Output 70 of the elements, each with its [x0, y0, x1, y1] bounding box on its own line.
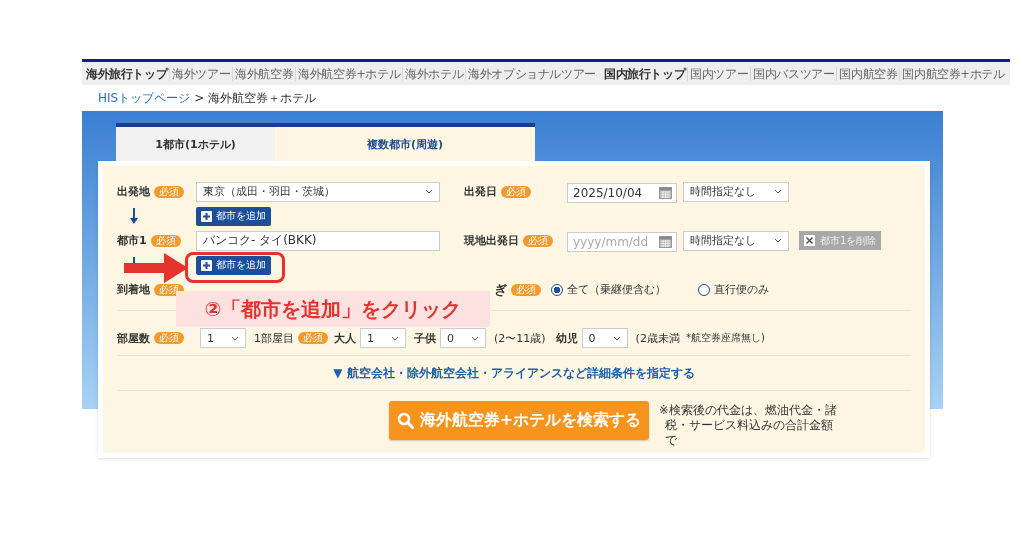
nav-link[interactable]: 海外オプショナルツアー	[465, 66, 598, 81]
nav-link[interactable]: 海外ホテル	[402, 66, 466, 81]
age-note: (2〜11歳)	[494, 330, 546, 346]
breadcrumb-current: 海外航空券＋ホテル	[208, 89, 317, 107]
field-label: 都市1	[117, 233, 147, 248]
nav-link[interactable]: 海外航空券+ホテル	[295, 66, 403, 81]
caret-icon	[774, 238, 782, 243]
breadcrumb-separator: >	[194, 91, 205, 105]
seat-note: *航空券座席無し)	[685, 331, 765, 345]
add-city-button[interactable]: 都市を追加	[196, 255, 271, 275]
nav-section-link[interactable]: 海外旅行トップ	[84, 66, 170, 81]
field-label: 到着地	[117, 282, 150, 297]
required-badge: 必須	[298, 332, 328, 344]
field-label: ぎ	[494, 280, 507, 299]
plus-icon	[201, 210, 212, 222]
detail-conditions-link[interactable]: ▼ 航空会社・除外航空会社・アライアンスなど詳細条件を指定する	[333, 364, 695, 382]
field-label: 出発地	[117, 184, 150, 199]
select-field[interactable]: 時間指定なし	[683, 181, 789, 202]
select-field[interactable]: 0	[440, 328, 486, 348]
search-icon	[396, 412, 414, 429]
field-label: 子供	[414, 330, 436, 346]
nav-link[interactable]: 国内バスツアー	[750, 66, 837, 81]
nav-link[interactable]: 海外航空券	[232, 66, 296, 81]
select-field[interactable]: 1	[360, 328, 406, 348]
nav-link[interactable]: 国内航空券	[836, 66, 900, 81]
radio-button[interactable]	[551, 283, 563, 296]
price-footnote: ※検索後の代金は、燃油代金・諸税・サービス料込みの合計金額で	[659, 403, 838, 448]
tab[interactable]: 1都市(1ホテル)	[116, 123, 275, 161]
field-label: 1部屋目	[254, 330, 294, 346]
add-city-button[interactable]: 都市を追加	[196, 206, 271, 226]
field-label: 出発日	[464, 184, 497, 199]
caret-icon	[774, 189, 782, 194]
nav-section-link[interactable]: 国内旅行トップ	[601, 66, 688, 81]
select-field[interactable]: 時間指定なし	[683, 230, 789, 251]
breadcrumb-link[interactable]: HISトップページ	[98, 89, 191, 107]
field-label: 幼児	[555, 330, 578, 346]
plus-icon	[201, 259, 212, 271]
date-field[interactable]: 2025/10/04	[567, 182, 677, 203]
nav-link[interactable]: 国内ツアー	[687, 66, 751, 81]
caret-icon	[231, 335, 239, 341]
age-note: (2歳未満	[635, 330, 680, 346]
radio-button[interactable]	[698, 283, 710, 296]
nav-link[interactable]: 海外ツアー	[169, 66, 233, 81]
required-badge: 必須	[523, 234, 553, 247]
required-badge: 必須	[150, 234, 181, 247]
required-badge: 必須	[154, 185, 184, 198]
select-field[interactable]: 東京（成田・羽田・茨城）	[196, 181, 440, 202]
close-icon	[804, 235, 815, 246]
radio-label: 直行便のみ	[714, 282, 769, 297]
field-label: 部屋数	[117, 330, 150, 346]
date-field[interactable]: yyyy/mm/dd	[567, 231, 677, 252]
required-badge: 必須	[154, 332, 184, 344]
calendar-icon	[659, 234, 672, 248]
required-badge: 必須	[501, 185, 531, 198]
field-label: 現地出発日	[464, 233, 519, 248]
field-label: 大人	[334, 330, 356, 346]
caret-icon	[471, 335, 479, 341]
city-input[interactable]: バンコク- タイ(BKK)	[196, 230, 440, 251]
caret-icon	[391, 335, 399, 341]
calendar-icon	[659, 185, 672, 199]
annotation-callout: ②「都市を追加」をクリック	[176, 291, 490, 327]
down-arrow-icon	[130, 208, 138, 224]
select-field[interactable]: 1	[200, 328, 246, 348]
radio-option[interactable]: 直行便のみ	[698, 282, 769, 297]
tab[interactable]: 複数都市(周遊)	[275, 123, 535, 161]
nav-link[interactable]: 国内航空券+ホテル	[899, 66, 1007, 81]
caret-icon	[612, 335, 621, 341]
select-field[interactable]: 0	[581, 328, 628, 348]
caret-icon	[425, 189, 433, 194]
required-badge: 必須	[511, 283, 541, 296]
